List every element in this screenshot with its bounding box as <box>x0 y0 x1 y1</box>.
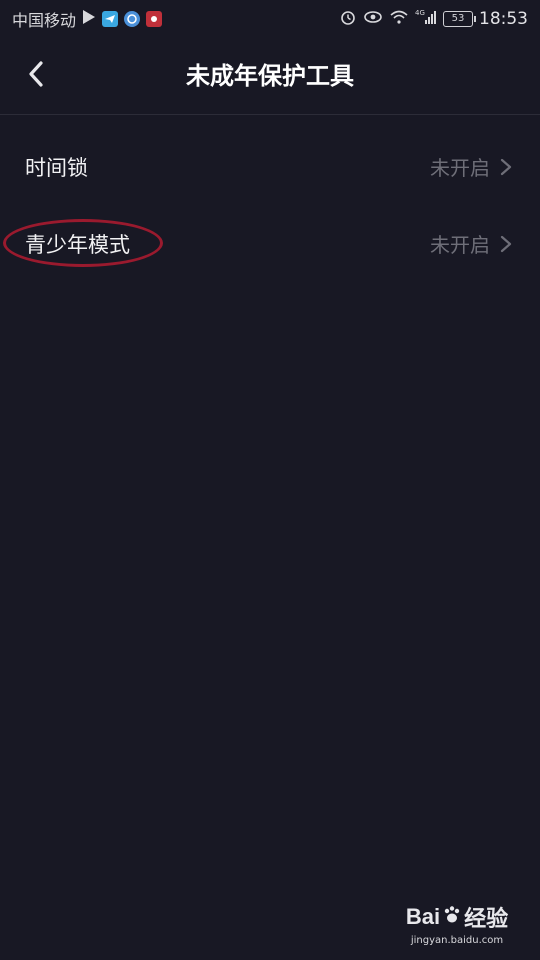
chevron-left-icon <box>26 60 46 92</box>
paw-icon <box>442 905 462 930</box>
settings-row-teen-mode[interactable]: 青少年模式 未开启 <box>0 205 540 282</box>
clock-time: 18:53 <box>479 9 528 29</box>
huawei-app-icon <box>146 11 163 27</box>
page-title: 未成年保护工具 <box>186 62 354 90</box>
row-status: 未开启 <box>430 156 490 180</box>
row-right: 未开启 <box>430 229 514 258</box>
chevron-right-icon <box>498 234 514 254</box>
network-type-label: 4G <box>415 9 425 17</box>
row-right: 未开启 <box>430 152 514 181</box>
back-button[interactable] <box>18 56 54 96</box>
alarm-icon <box>339 8 357 31</box>
play-store-icon <box>82 9 96 30</box>
browser-app-icon <box>124 11 141 27</box>
header: 未成年保护工具 <box>0 38 540 115</box>
row-label: 青少年模式 <box>25 232 130 257</box>
watermark-logo: Bai 经验 <box>402 901 512 933</box>
battery-icon: 53 <box>443 11 476 27</box>
status-right: 4G 53 18:53 <box>339 8 528 31</box>
status-left: 中国移动 <box>12 7 163 31</box>
watermark-logo-text-b: 经验 <box>464 906 509 931</box>
status-bar: 中国移动 4G 53 18:53 <box>0 0 540 38</box>
watermark-url: jingyan.baidu.com <box>410 935 504 946</box>
chevron-right-icon <box>498 157 514 177</box>
telegram-app-icon <box>102 11 119 27</box>
row-label: 时间锁 <box>25 155 88 180</box>
baidu-jingyan-watermark: Bai 经验 jingyan.baidu.com <box>402 901 512 946</box>
carrier-name: 中国移动 <box>12 11 77 30</box>
settings-row-time-lock[interactable]: 时间锁 未开启 <box>0 128 540 205</box>
eye-comfort-icon <box>363 9 383 30</box>
wifi-icon <box>389 9 409 30</box>
watermark-logo-text-a: Bai <box>405 904 441 929</box>
signal-icon: 4G <box>415 9 437 30</box>
settings-list: 时间锁 未开启 青少年模式 未开启 <box>0 128 540 282</box>
row-status: 未开启 <box>430 233 490 257</box>
